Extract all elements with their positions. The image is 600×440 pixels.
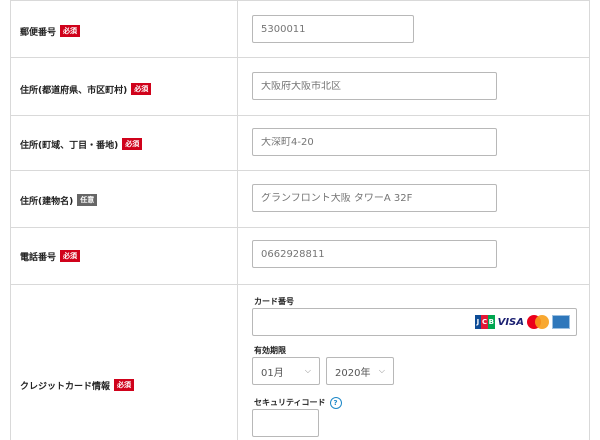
row-divider — [10, 227, 590, 228]
chevron-down-icon: ⌵ — [378, 366, 385, 375]
row-label-text: 住所(都道府県、市区町村) — [20, 85, 128, 96]
required-badge: 必須 — [122, 138, 143, 150]
address-street-label: 住所(町域、丁目・番地) 必須 — [20, 137, 143, 151]
row-label-text: 郵便番号 — [20, 27, 57, 38]
label-column-divider — [237, 0, 238, 440]
required-badge: 必須 — [114, 379, 135, 391]
expiry-year-value: 2020年 — [335, 367, 371, 379]
visa-icon: VISA — [497, 316, 524, 328]
credit-card-label: クレジットカード情報 必須 — [20, 378, 135, 392]
row-label-text: 電話番号 — [20, 252, 57, 263]
required-badge: 必須 — [60, 25, 81, 37]
phone-label: 電話番号 必須 — [20, 249, 81, 263]
required-badge: 必須 — [131, 83, 152, 95]
help-icon[interactable]: ? — [329, 397, 342, 409]
mastercard-icon — [527, 315, 549, 329]
postal-code-field[interactable] — [252, 15, 414, 43]
address-building-label: 住所(建物名) 任意 — [20, 193, 98, 207]
row-divider — [10, 0, 590, 1]
label-column-left-border — [10, 0, 11, 440]
expiry-year-select[interactable]: 2020年 ⌵ — [326, 357, 394, 385]
phone-field[interactable] — [252, 240, 497, 268]
security-code-label-text: セキュリティコード — [254, 398, 326, 407]
address-street-input[interactable] — [261, 136, 488, 148]
postal-code-label: 郵便番号 必須 — [20, 24, 81, 38]
row-divider — [10, 170, 590, 171]
expiry-label: 有効期限 — [254, 346, 286, 355]
security-code-input[interactable] — [261, 417, 310, 429]
row-divider — [10, 115, 590, 116]
address-city-field[interactable] — [252, 72, 497, 100]
expiry-month-value: 01月 — [261, 367, 284, 379]
card-number-field[interactable]: JCB VISA — [252, 308, 577, 336]
phone-input[interactable] — [261, 248, 488, 260]
row-divider — [10, 284, 590, 285]
address-building-input[interactable] — [261, 192, 488, 204]
card-brand-logos: JCB VISA — [474, 315, 570, 329]
address-street-field[interactable] — [252, 128, 497, 156]
expiry-month-select[interactable]: 01月 ⌵ — [252, 357, 320, 385]
security-code-field[interactable] — [252, 409, 319, 437]
jcb-icon: JCB — [474, 315, 495, 329]
card-number-label: カード番号 — [254, 297, 294, 306]
optional-badge: 任意 — [77, 194, 98, 206]
row-label-text: 住所(建物名) — [20, 196, 74, 207]
amex-icon — [552, 315, 570, 329]
row-label-text: クレジットカード情報 — [20, 381, 111, 392]
row-label-text: 住所(町域、丁目・番地) — [20, 140, 119, 151]
security-code-label: セキュリティコード? — [254, 397, 342, 409]
chevron-down-icon: ⌵ — [304, 366, 311, 375]
postal-code-input[interactable] — [261, 23, 405, 35]
required-badge: 必須 — [60, 250, 81, 262]
address-city-input[interactable] — [261, 80, 488, 92]
address-building-field[interactable] — [252, 184, 497, 212]
address-city-label: 住所(都道府県、市区町村) 必須 — [20, 82, 152, 96]
form-right-border — [589, 0, 590, 440]
row-divider — [10, 57, 590, 58]
